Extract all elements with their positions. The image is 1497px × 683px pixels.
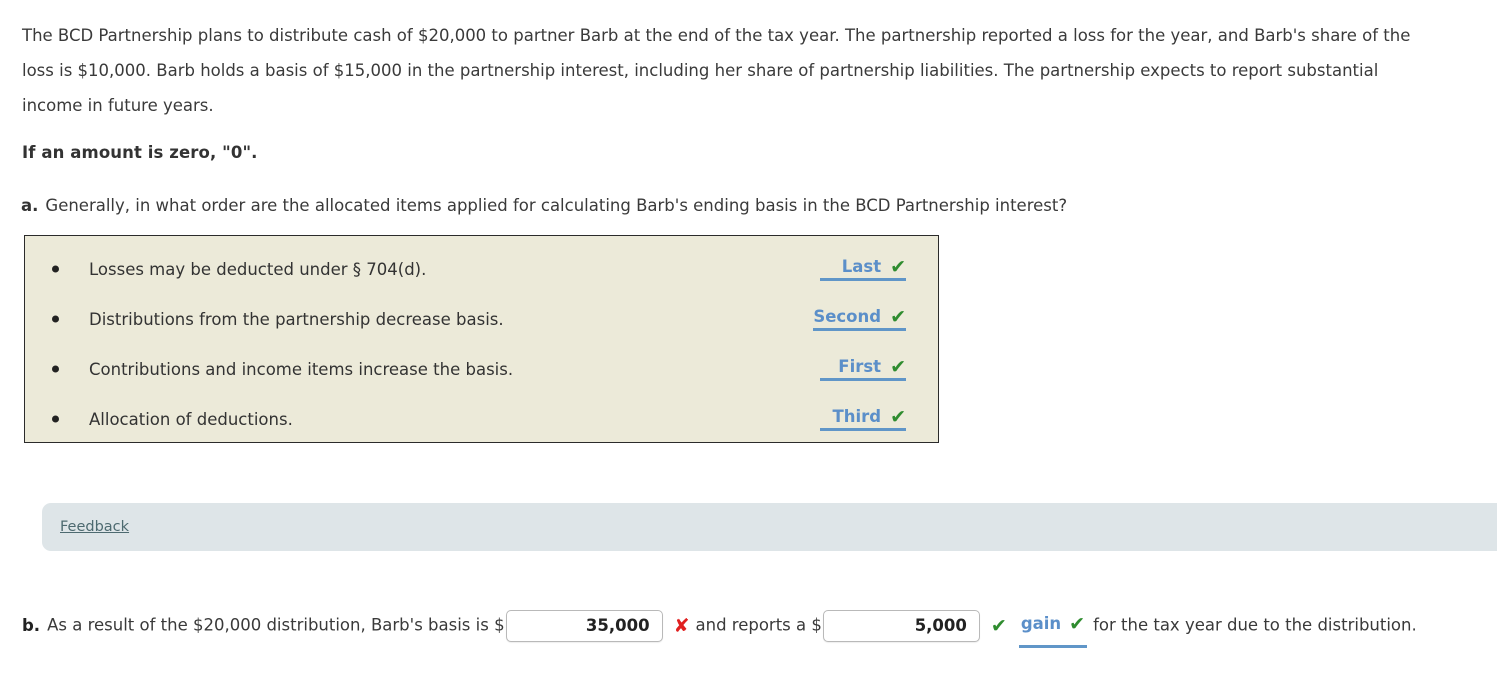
ordering-dropdown-1-value: Last — [841, 257, 882, 276]
question-page: The BCD Partnership plans to distribute … — [0, 0, 1497, 683]
ordering-row: Losses may be deducted under § 704(d). L… — [25, 244, 938, 294]
ordering-item-text: Distributions from the partnership decre… — [89, 309, 504, 329]
ordering-item-text: Losses may be deducted under § 704(d). — [89, 259, 427, 279]
problem-intro-text: The BCD Partnership plans to distribute … — [22, 26, 1411, 115]
ordering-dropdown-2[interactable]: Second ✔ — [813, 307, 906, 331]
question-b-text-1: As a result of the $20,000 distribution,… — [47, 615, 505, 635]
correct-check-icon: ✔ — [890, 256, 906, 278]
question-b-label: b. — [22, 615, 41, 635]
question-a-text: Generally, in what order are the allocat… — [45, 196, 1068, 215]
correct-check-icon: ✔ — [1069, 613, 1086, 635]
basis-amount-input[interactable] — [505, 610, 663, 642]
bullet-icon — [52, 365, 59, 373]
correct-check-icon: ✔ — [890, 356, 906, 378]
ordering-dropdown-3-value: First — [838, 357, 882, 376]
zero-amount-instruction: If an amount is zero, "0". — [22, 143, 258, 162]
ordering-row: Contributions and income items increase … — [25, 344, 938, 394]
feedback-strip: Feedback — [42, 503, 1497, 551]
question-a-label: a. — [21, 196, 39, 215]
ordering-dropdown-4[interactable]: Third ✔ — [820, 407, 906, 431]
question-a-prompt: a. Generally, in what order are the alloc… — [21, 196, 1067, 215]
ordering-answer-box: Losses may be deducted under § 704(d). L… — [24, 235, 939, 443]
correct-check-icon: ✔ — [890, 406, 906, 428]
ordering-dropdown-4-value: Third — [832, 407, 882, 426]
bullet-icon — [52, 265, 59, 273]
ordering-dropdown-3[interactable]: First ✔ — [820, 357, 906, 381]
correct-check-icon: ✔ — [890, 306, 906, 328]
incorrect-x-icon: ✘ — [673, 614, 690, 637]
question-b-text-3: for the tax year due to the distribution… — [1093, 615, 1417, 635]
bullet-icon — [52, 415, 59, 423]
gain-type-dropdown[interactable]: gain ✔ — [1018, 604, 1088, 648]
correct-check-icon: ✔ — [990, 614, 1007, 637]
ordering-item-text: Allocation of deductions. — [89, 409, 293, 429]
question-b-text-2: and reports a $ — [695, 615, 822, 635]
question-b-block: b. As a result of the $20,000 distributio… — [22, 604, 1482, 648]
ordering-row: Allocation of deductions. Third ✔ — [25, 394, 938, 444]
ordering-dropdown-2-value: Second — [813, 307, 882, 326]
ordering-item-text: Contributions and income items increase … — [89, 359, 514, 379]
ordering-dropdown-1[interactable]: Last ✔ — [820, 257, 906, 281]
gain-amount-input[interactable] — [822, 610, 980, 642]
gain-type-dropdown-value: gain — [1020, 614, 1062, 633]
feedback-link[interactable]: Feedback — [60, 519, 129, 535]
ordering-row: Distributions from the partnership decre… — [25, 294, 938, 344]
bullet-icon — [52, 315, 59, 323]
